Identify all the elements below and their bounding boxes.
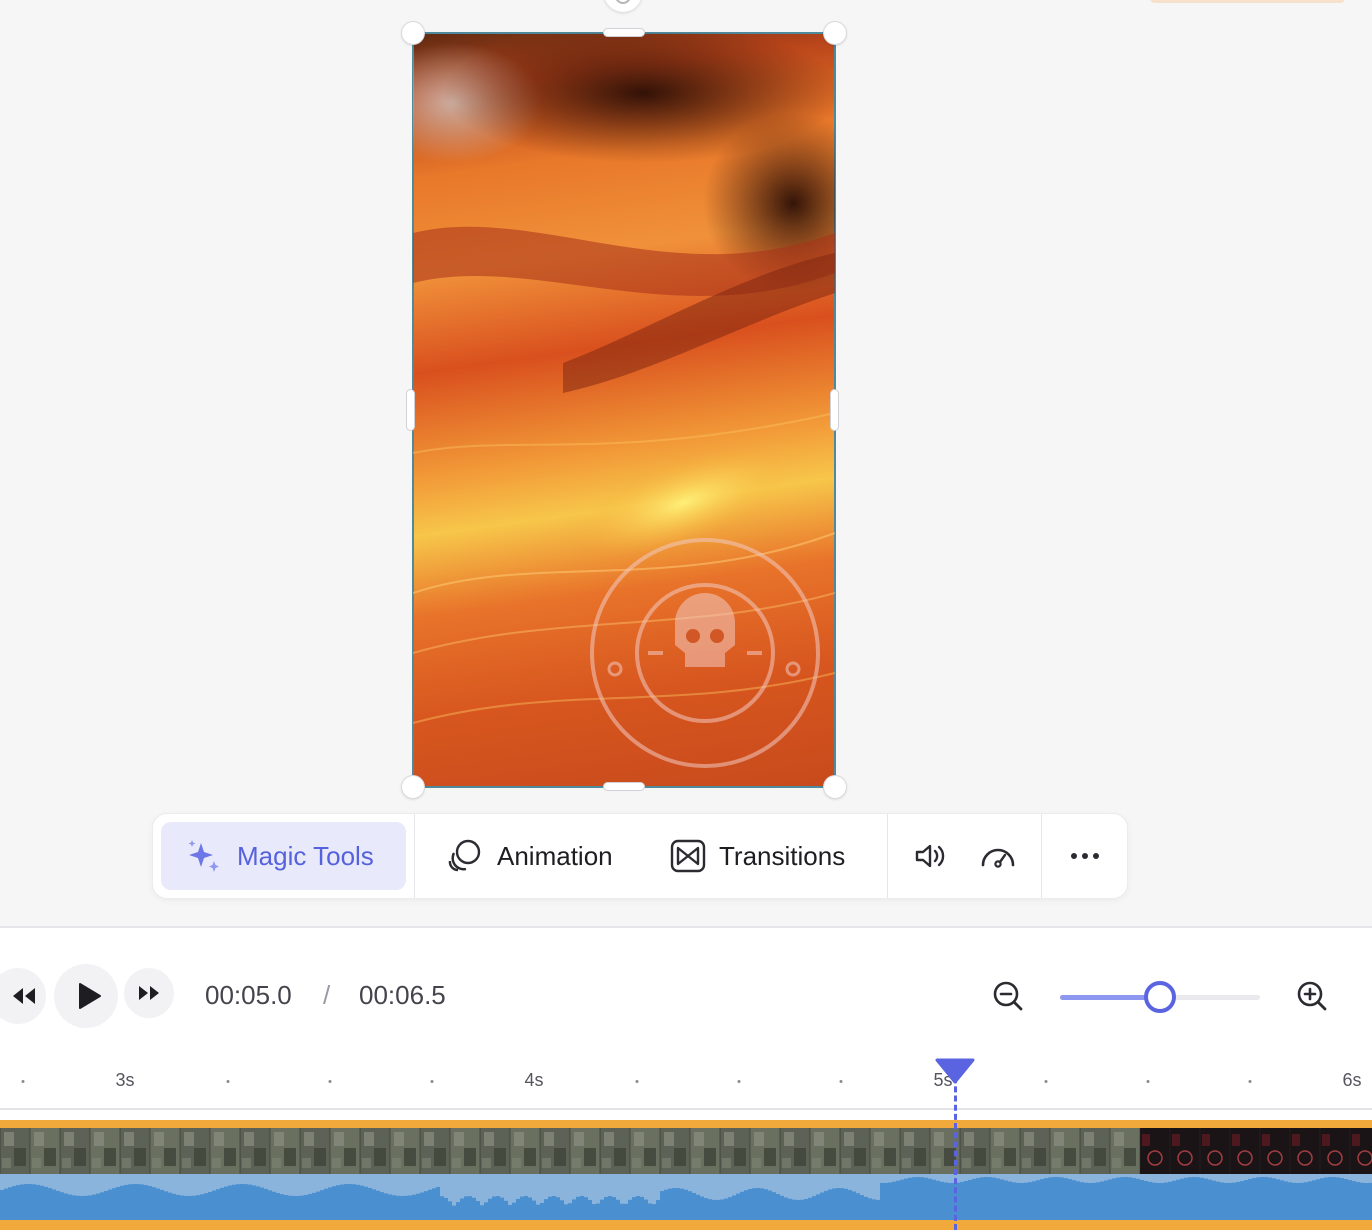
resize-handle-top[interactable] [604,29,644,36]
video-frame-art [413,33,835,768]
resize-handle-top-right[interactable] [824,22,846,44]
clip-filmstrip [0,1128,1372,1174]
play-button[interactable] [54,964,118,1028]
ruler-tick [737,1080,741,1083]
ruler-tick [1044,1080,1047,1083]
clip-audio-waveform [0,1174,1372,1220]
time-separator: / [323,980,331,1010]
magic-tools-button[interactable]: Magic Tools [161,822,406,890]
ruler-label: 6s [1342,1070,1362,1090]
volume-button[interactable] [910,836,950,876]
fast-forward-button[interactable] [124,968,174,1018]
transitions-label: Transitions [719,840,846,871]
timeline-ruler[interactable]: 3s 4s 5s 6s [0,1058,1372,1110]
resize-handle-bottom-right[interactable] [824,776,846,798]
timeline-panel: 00:05.0 / 00:06.5 3s 4s 5s 6s [0,926,1372,1230]
ruler-tick [430,1080,434,1083]
magic-tools-label: Magic Tools [237,840,374,871]
ruler-tick [1248,1080,1252,1083]
resize-handle-bottom-left[interactable] [402,776,424,798]
animation-circles-icon [448,839,481,872]
toolbar-divider [1041,814,1042,898]
speed-button[interactable] [978,836,1018,876]
current-time: 00:05.0 [205,980,292,1010]
playhead-handle[interactable] [935,1058,975,1084]
clip-toolbar: Magic Tools Animation Transitions [153,814,1127,898]
toolbar-divider [414,814,415,898]
zoom-out-icon [993,981,1023,1011]
video-track-clip[interactable] [0,1120,1372,1230]
ruler-tick [21,1080,25,1083]
ruler-label: 3s [115,1070,135,1090]
playhead-line [954,1068,957,1230]
ruler-tick [635,1080,638,1083]
zoom-slider-knob[interactable] [1144,981,1176,1013]
zoom-out-button[interactable] [990,978,1026,1019]
volume-icon [915,844,945,868]
resize-handle-right[interactable] [831,390,838,430]
transition-bowtie-icon [670,839,706,873]
rewind-button[interactable] [0,968,46,1024]
zoom-in-button[interactable] [1294,978,1330,1019]
fast-forward-icon [139,986,159,1000]
zoom-in-icon [1297,981,1327,1011]
more-options-button[interactable] [1065,836,1105,876]
canvas-stage: Magic Tools Animation Transitions [0,0,1372,926]
watermark-seal [590,538,820,768]
ruler-tick [226,1080,229,1083]
rotate-handle[interactable] [604,0,642,12]
animation-button[interactable]: Animation [445,822,613,890]
resize-handle-bottom[interactable] [604,783,644,790]
top-right-chip [1150,0,1345,3]
resize-handle-top-left[interactable] [402,22,424,44]
selected-video-clip[interactable] [412,32,836,788]
total-duration: 00:06.5 [359,980,446,1010]
play-icon [78,983,101,1009]
ruler-label: 4s [524,1070,544,1090]
toolbar-divider [887,814,888,898]
ruler-tick [839,1080,843,1083]
sparkles-icon [188,840,219,872]
more-dots-icon [1071,853,1099,859]
ruler-tick [1146,1080,1150,1083]
rewind-icon [13,988,35,1004]
resize-handle-left[interactable] [407,390,414,430]
speedometer-icon [981,848,1015,868]
animation-label: Animation [497,840,613,871]
transitions-button[interactable]: Transitions [669,822,845,890]
rotate-icon [616,0,630,4]
ruler-tick [328,1080,332,1083]
